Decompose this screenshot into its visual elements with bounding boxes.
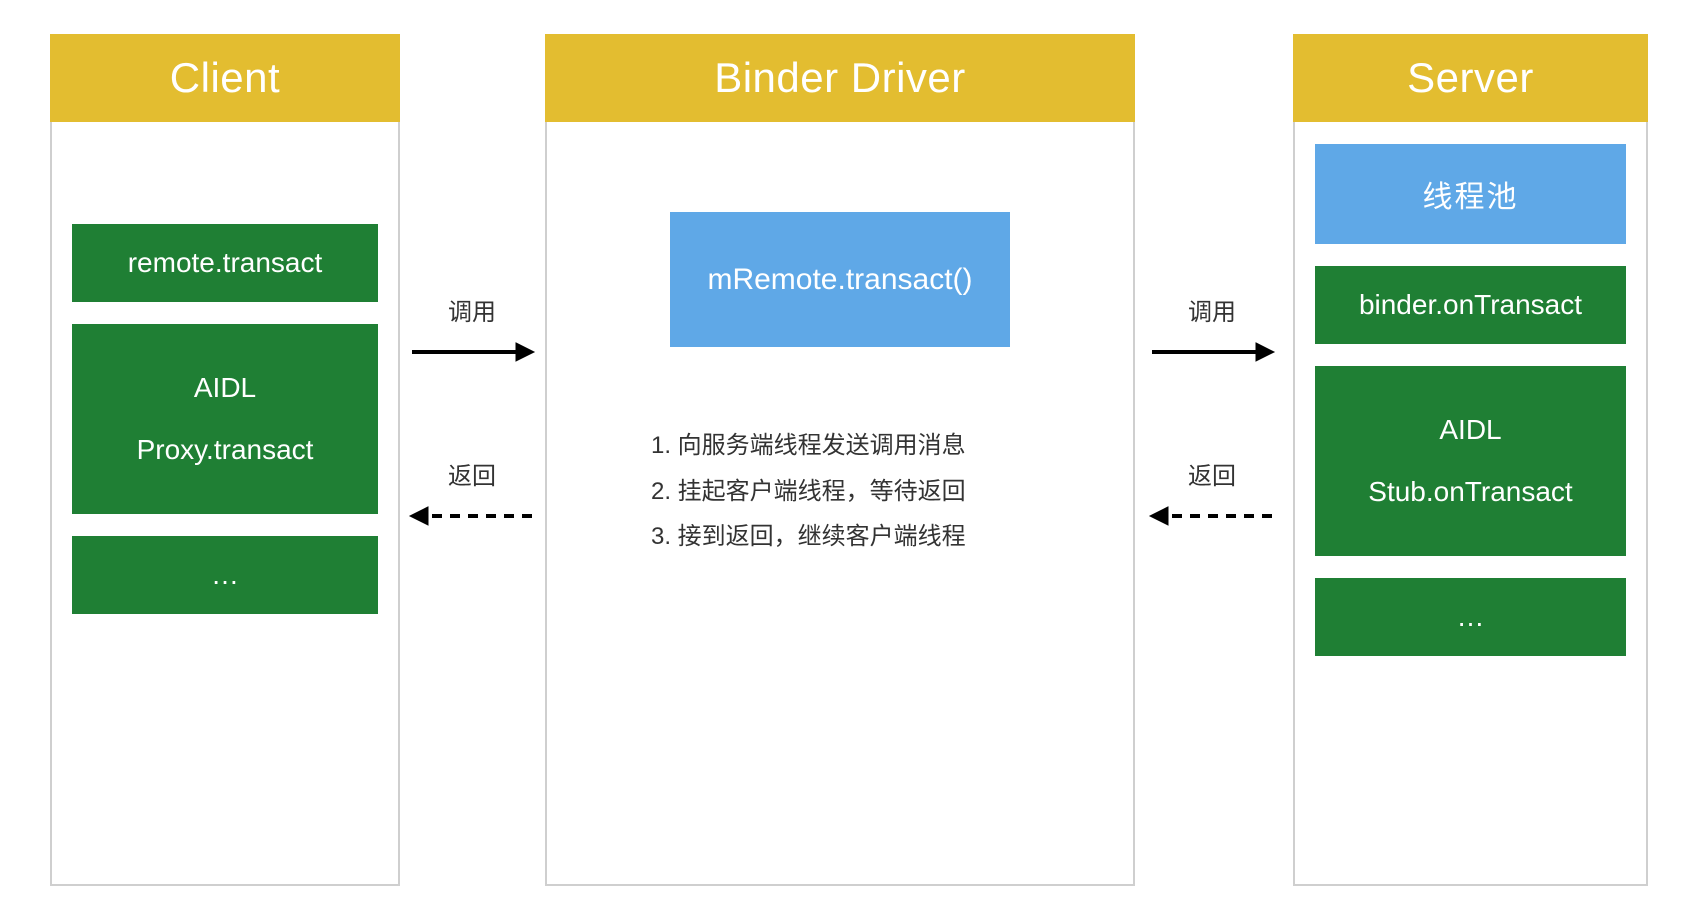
arrow-left-dashed-icon: [408, 501, 536, 531]
driver-step-1: 1. 向服务端线程发送调用消息: [651, 423, 1113, 469]
arrow-right-icon: [408, 337, 536, 367]
driver-header: Binder Driver: [545, 34, 1135, 122]
driver-step-2: 2. 挂起客户端线程，等待返回: [651, 469, 1113, 515]
arrow-driver-to-server: 调用: [1148, 292, 1276, 367]
server-more: …: [1315, 578, 1626, 656]
client-remote-transact: remote.transact: [72, 224, 378, 302]
client-proxy-transact: Proxy.transact: [137, 419, 314, 481]
arrow-client-to-driver: 调用: [408, 292, 536, 367]
arrow-call-label-left: 调用: [408, 292, 536, 327]
arrow-driver-to-client: 返回: [408, 456, 536, 531]
driver-column: Binder Driver mRemote.transact() 1. 向服务端…: [545, 34, 1135, 886]
client-aidl-proxy: AIDL Proxy.transact: [72, 324, 378, 514]
arrow-left-dashed-icon: [1148, 501, 1276, 531]
driver-transact-box: mRemote.transact(): [670, 212, 1010, 347]
driver-body: mRemote.transact() 1. 向服务端线程发送调用消息 2. 挂起…: [545, 122, 1135, 886]
server-header: Server: [1293, 34, 1648, 122]
server-column: Server 线程池 binder.onTransact AIDL Stub.o…: [1293, 34, 1648, 886]
arrow-call-label-right: 调用: [1148, 292, 1276, 327]
server-stub-on-transact: Stub.onTransact: [1368, 461, 1572, 523]
server-threadpool: 线程池: [1315, 144, 1626, 244]
driver-steps: 1. 向服务端线程发送调用消息 2. 挂起客户端线程，等待返回 3. 接到返回，…: [651, 423, 1113, 560]
client-aidl-label: AIDL: [194, 357, 256, 419]
client-header: Client: [50, 34, 400, 122]
driver-step-3: 3. 接到返回，继续客户端线程: [651, 514, 1113, 560]
server-aidl-label: AIDL: [1439, 399, 1501, 461]
client-body: remote.transact AIDL Proxy.transact …: [50, 122, 400, 886]
arrow-server-to-driver: 返回: [1148, 456, 1276, 531]
client-more: …: [72, 536, 378, 614]
server-body: 线程池 binder.onTransact AIDL Stub.onTransa…: [1293, 122, 1648, 886]
server-on-transact: binder.onTransact: [1315, 266, 1626, 344]
arrow-right-icon: [1148, 337, 1276, 367]
server-aidl-stub: AIDL Stub.onTransact: [1315, 366, 1626, 556]
client-column: Client remote.transact AIDL Proxy.transa…: [50, 34, 400, 886]
arrow-return-label-right: 返回: [1148, 456, 1276, 491]
diagram-stage: Client remote.transact AIDL Proxy.transa…: [0, 0, 1700, 920]
arrow-return-label-left: 返回: [408, 456, 536, 491]
